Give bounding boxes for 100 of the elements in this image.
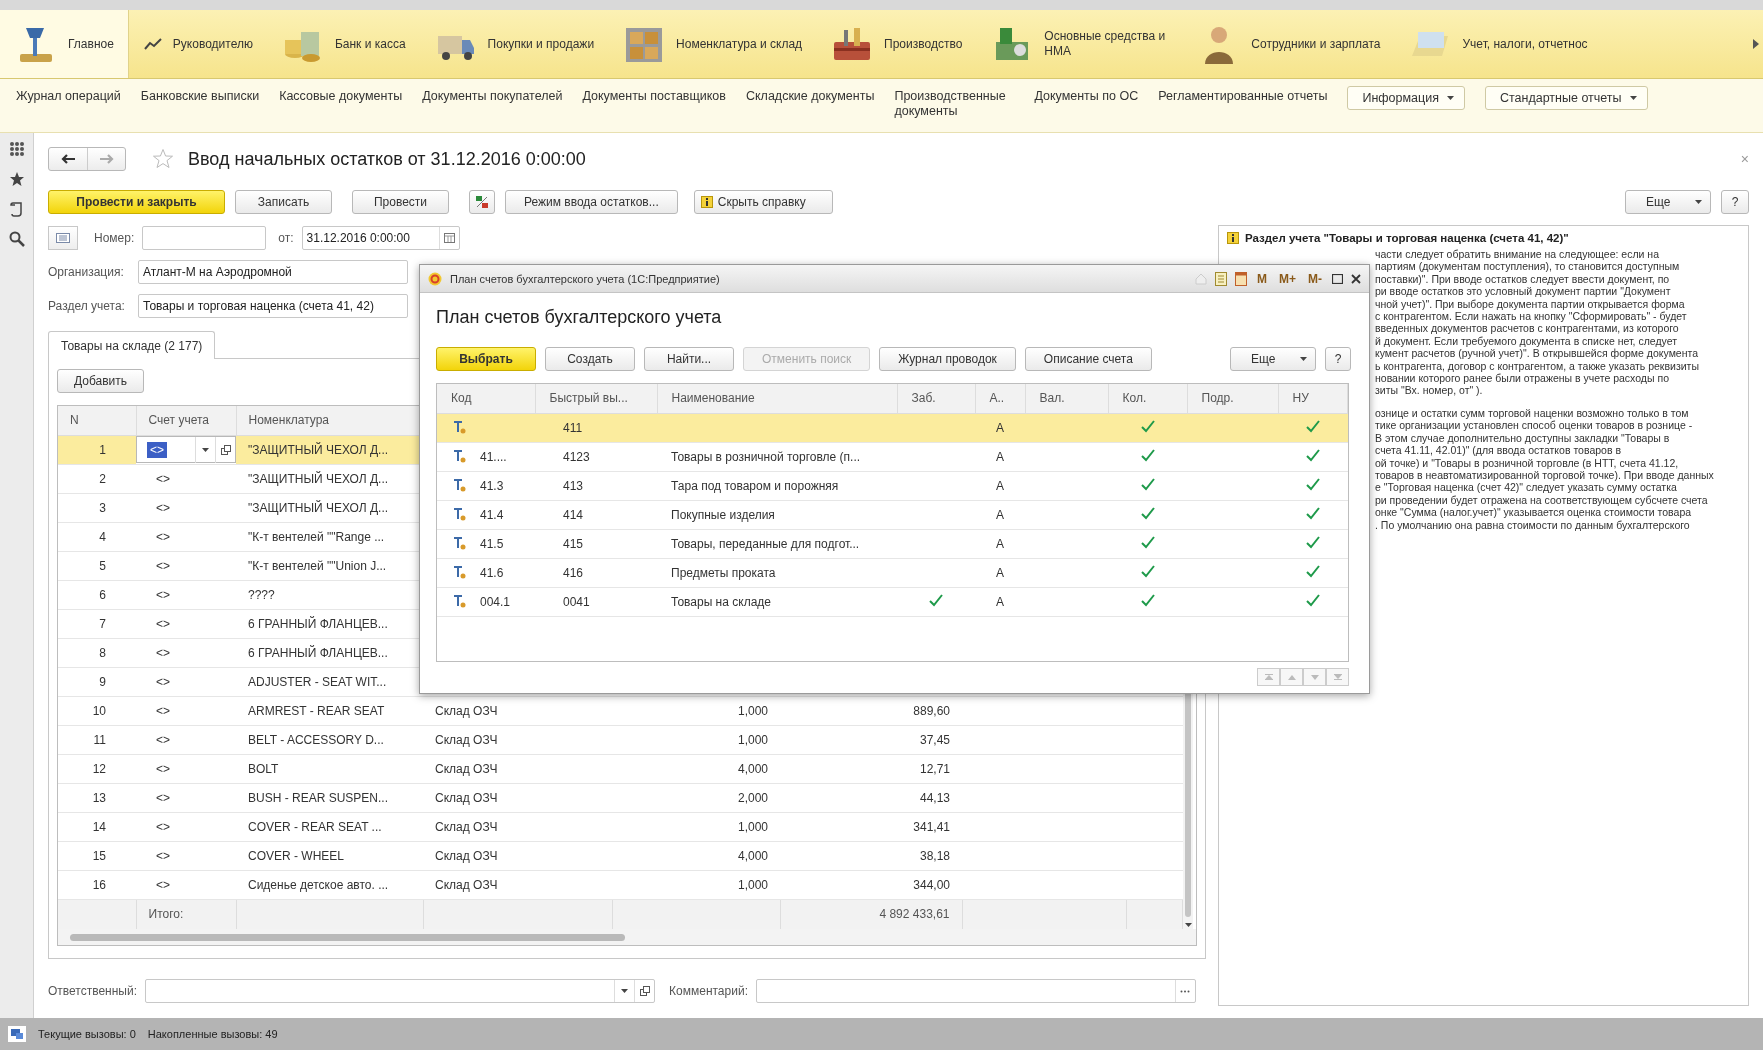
column-header[interactable]: Заб.	[897, 384, 975, 413]
info-icon	[1227, 232, 1239, 244]
memory-button[interactable]: M+	[1277, 271, 1298, 286]
table-cell: А	[975, 587, 1025, 616]
nav-link[interactable]: Регламентированные отчеты	[1158, 89, 1328, 104]
ellipsis-icon	[1180, 989, 1191, 993]
first-icon	[1264, 674, 1273, 680]
dialog-button[interactable]: Выбрать	[436, 347, 536, 371]
account-icon	[453, 421, 466, 434]
table-cell: Сиденье детское авто. ...	[236, 870, 423, 899]
document-button[interactable]	[48, 226, 78, 250]
check-icon	[1140, 477, 1155, 491]
section-tab[interactable]: Руководителю	[128, 10, 267, 78]
up-button[interactable]	[1280, 668, 1303, 686]
post-and-close-button[interactable]: Провести и закрыть	[48, 190, 225, 214]
account-field[interactable]: <>	[136, 436, 236, 463]
column-header[interactable]: Подр.	[1187, 384, 1278, 413]
section-tab[interactable]: Покупки и продажи	[419, 10, 609, 78]
up-icon	[1287, 674, 1296, 680]
nav-link[interactable]: Складские документы	[745, 89, 875, 104]
star-icon[interactable]	[8, 171, 25, 187]
help-button[interactable]: ?	[1325, 347, 1351, 371]
close-icon[interactable]	[1351, 273, 1361, 284]
search-icon[interactable]	[8, 231, 25, 247]
date-field[interactable]: 31.12.2016 0:00:00	[301, 226, 460, 250]
first-page-button[interactable]	[1257, 668, 1280, 686]
column-header[interactable]: Вал.	[1025, 384, 1108, 413]
caret-icon	[621, 989, 629, 993]
apps-grid-icon[interactable]	[8, 141, 25, 157]
add-button[interactable]: Добавить	[57, 369, 144, 393]
column-header[interactable]: НУ	[1278, 384, 1348, 413]
horizontal-scrollbar[interactable]	[58, 929, 1196, 945]
menu-button[interactable]: Стандартные отчеты	[1484, 86, 1648, 110]
section-tab[interactable]: Банк и касса	[266, 10, 420, 78]
history-icon[interactable]	[9, 201, 24, 217]
column-header[interactable]: Счет учета	[136, 406, 236, 435]
help-button[interactable]: ?	[1721, 190, 1749, 214]
section-tab[interactable]: Учет, налоги, отчетнос	[1394, 10, 1602, 78]
table-cell: BELT - ACCESSORY D...	[236, 725, 423, 754]
column-header[interactable]: Быстрый вы...	[535, 384, 657, 413]
check-icon	[1305, 419, 1320, 433]
nav-link[interactable]: Документы покупателей	[422, 89, 563, 104]
table-cell: Покупные изделия	[657, 500, 897, 529]
section-tab[interactable]: Производство	[816, 10, 977, 78]
toolbar-button[interactable]: Записать	[235, 190, 332, 214]
debit-credit-button[interactable]	[469, 190, 495, 214]
memory-button[interactable]: M-	[1306, 271, 1324, 286]
organization-field[interactable]: Атлант-М на Аэродромной	[138, 260, 408, 284]
column-header[interactable]: А..	[975, 384, 1025, 413]
row-number: 16	[58, 870, 136, 899]
scroll-right-icon[interactable]	[1753, 39, 1759, 49]
field-label: от:	[278, 231, 294, 245]
table-cell: <>	[136, 522, 236, 551]
calculator-icon[interactable]	[1215, 271, 1227, 286]
table-cell: 4,000	[612, 841, 780, 870]
menu-button[interactable]: Информация	[1347, 86, 1465, 110]
accounting-section-field[interactable]: Товары и торговая наценка (счета 41, 42)	[138, 294, 408, 318]
hide-help-button[interactable]: Скрыть справку	[693, 190, 833, 214]
nav-link[interactable]: Документы поставщиков	[582, 89, 726, 104]
dialog-button[interactable]: Создать	[545, 347, 635, 371]
nav-link[interactable]: Документы по ОС	[1034, 89, 1139, 104]
field-label: Комментарий:	[669, 984, 748, 998]
more-button[interactable]: Еще	[1625, 190, 1711, 214]
dialog-button[interactable]: Найти...	[644, 347, 734, 371]
down-icon	[1310, 674, 1319, 680]
favorite-star-icon[interactable]	[152, 148, 174, 170]
table-cell: 2,000	[612, 783, 780, 812]
number-field[interactable]	[142, 226, 267, 250]
more-button[interactable]: Еще	[1230, 347, 1316, 371]
maximize-icon[interactable]	[1332, 273, 1343, 284]
column-header[interactable]: Кол.	[1108, 384, 1187, 413]
toolbar-button[interactable]: Провести	[352, 190, 449, 214]
column-header[interactable]: Наименование	[657, 384, 897, 413]
section-tab[interactable]: Основные средства и НМА	[976, 10, 1184, 78]
section-tab[interactable]: Сотрудники и зарплата	[1183, 10, 1395, 78]
row-number: 14	[58, 812, 136, 841]
dialog-button[interactable]: Описание счета	[1024, 347, 1152, 371]
check-icon	[1305, 477, 1320, 491]
memory-button[interactable]: M	[1255, 271, 1269, 286]
responsible-field[interactable]	[145, 979, 656, 1003]
column-header[interactable]: N	[58, 406, 136, 435]
nav-link[interactable]: Кассовые документы	[279, 89, 403, 104]
nav-link[interactable]: Производственные документы	[894, 89, 1015, 119]
section-tab[interactable]: Главное	[0, 10, 129, 78]
tab[interactable]: Товары на складе (2 177)	[48, 331, 216, 359]
down-button[interactable]	[1303, 668, 1326, 686]
column-header[interactable]: Код	[437, 384, 535, 413]
comment-field[interactable]	[755, 979, 1196, 1003]
dialog-button[interactable]: Журнал проводок	[879, 347, 1016, 371]
computer-icon[interactable]	[8, 1026, 26, 1042]
table-cell: <>	[136, 580, 236, 609]
check-icon	[1305, 448, 1320, 462]
nav-link[interactable]: Журнал операций	[16, 89, 121, 104]
toolbar-button[interactable]: Режим ввода остатков...	[505, 190, 678, 214]
last-page-button[interactable]	[1326, 668, 1349, 686]
calendar-icon[interactable]	[1235, 271, 1247, 286]
nav-link[interactable]: Банковские выписки	[140, 89, 260, 104]
section-tab[interactable]: Номенклатура и склад	[608, 10, 817, 78]
caret-icon	[1300, 357, 1307, 361]
check-icon	[1305, 535, 1320, 549]
